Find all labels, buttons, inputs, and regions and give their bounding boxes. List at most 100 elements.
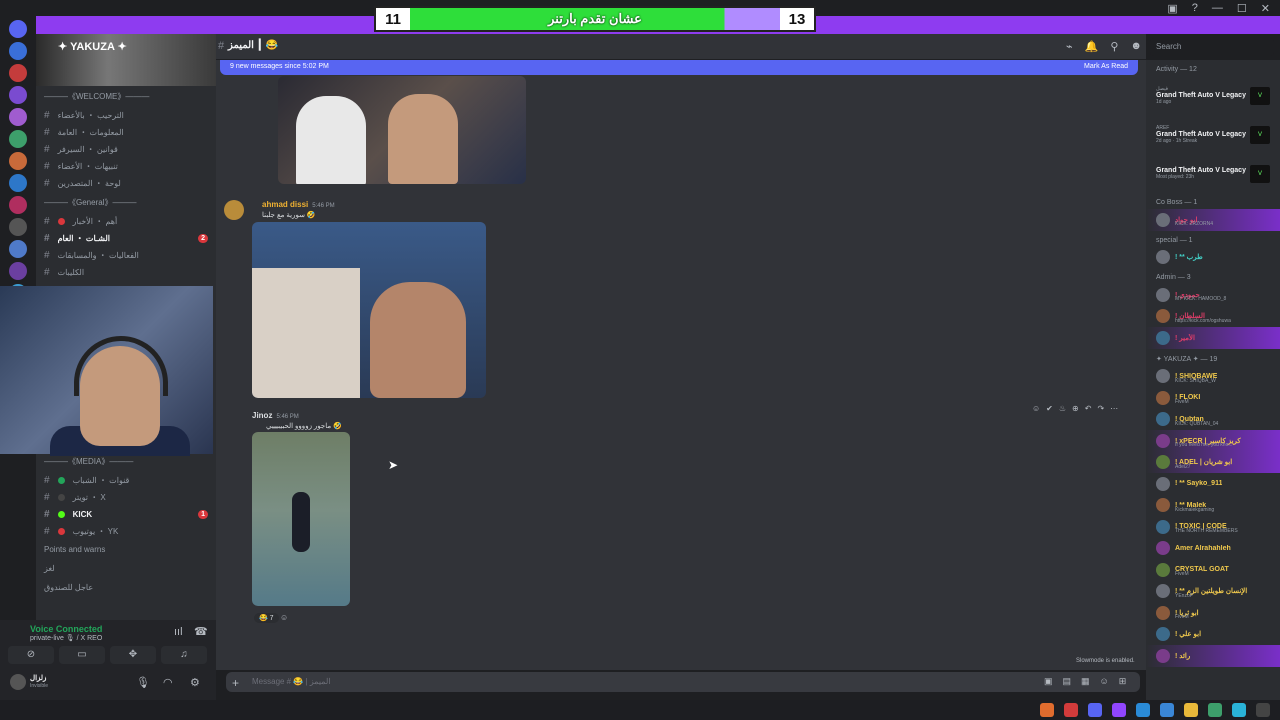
message-input[interactable]: Message # 😂 | الميمز bbox=[226, 672, 1140, 692]
channel-youtube[interactable]: # يوتيوب ・ YK bbox=[36, 523, 216, 540]
server-icon[interactable] bbox=[9, 240, 27, 258]
reply-icon[interactable]: ↶ bbox=[1085, 404, 1092, 413]
discord-app-icon[interactable] bbox=[1088, 703, 1102, 717]
reaction-icon[interactable]: ☺ bbox=[1032, 404, 1040, 413]
disconnect-icon[interactable]: ☎ bbox=[194, 625, 208, 638]
member-item[interactable]: ! ** Sayko_911 bbox=[1146, 473, 1280, 495]
gift-icon[interactable]: ▣ bbox=[1044, 676, 1053, 687]
search-input[interactable]: Search bbox=[1150, 38, 1274, 56]
emoji-icon[interactable]: ☺ bbox=[1100, 676, 1109, 687]
server-icon[interactable] bbox=[9, 42, 27, 60]
folder-icon[interactable] bbox=[1184, 703, 1198, 717]
microphone-icon[interactable]: 🎙 bbox=[136, 676, 150, 689]
member-item[interactable]: ! ابو ثريا FiveM bbox=[1146, 602, 1280, 624]
more-icon[interactable]: ⋯ bbox=[1110, 404, 1118, 413]
category-points[interactable]: Points and warns bbox=[36, 540, 216, 559]
member-item[interactable]: ابو جواد KICK: ZRZORN4 bbox=[1146, 209, 1280, 231]
soundboard-button[interactable]: ♫ bbox=[161, 646, 207, 664]
member-item[interactable]: ! حمودي MY KICK: HAMOOD_8 bbox=[1146, 284, 1280, 306]
server-icon[interactable] bbox=[9, 130, 27, 148]
member-list-icon[interactable]: ☻ bbox=[1130, 40, 1142, 53]
server-icon[interactable] bbox=[9, 108, 27, 126]
sticker-icon[interactable]: ▦ bbox=[1081, 676, 1090, 687]
member-item[interactable]: Amer Alrahahleh bbox=[1146, 538, 1280, 560]
minimize-icon[interactable]: — bbox=[1212, 2, 1223, 15]
app-icon[interactable] bbox=[1208, 703, 1222, 717]
member-item[interactable]: ! FLOKI FiveM bbox=[1146, 387, 1280, 409]
app-icon[interactable] bbox=[1040, 703, 1054, 717]
maximize-icon[interactable]: ☐ bbox=[1237, 2, 1247, 15]
server-icon[interactable] bbox=[9, 64, 27, 82]
signal-icon[interactable]: ııl bbox=[174, 626, 183, 638]
reaction-chip[interactable]: 😂 7 bbox=[254, 613, 279, 623]
pin-icon[interactable]: ⚲ bbox=[1110, 40, 1118, 53]
member-item[interactable]: ! xPECR | كريز كاسير If you need me, you … bbox=[1146, 430, 1280, 452]
close-icon[interactable]: ✕ bbox=[1261, 2, 1270, 15]
app-icon[interactable] bbox=[1256, 703, 1270, 717]
message-image[interactable] bbox=[278, 76, 526, 184]
channel-info[interactable]: # المعلومات ・ العامة bbox=[36, 124, 216, 141]
gif-icon[interactable]: ▤ bbox=[1063, 676, 1072, 687]
category-welcome[interactable]: ———《WELCOME》——— bbox=[36, 86, 216, 107]
channel-alerts[interactable]: # تنبيهات ・ الأعضاء bbox=[36, 158, 216, 175]
app-icon[interactable] bbox=[1160, 703, 1174, 717]
member-item[interactable]: CRYSTAL GOAT FiveM bbox=[1146, 559, 1280, 581]
new-messages-bar[interactable]: 9 new messages since 5:02 PM Mark As Rea… bbox=[220, 60, 1138, 75]
avatar[interactable] bbox=[10, 674, 26, 690]
screen-share-button[interactable]: ▭ bbox=[59, 646, 105, 664]
message-author[interactable]: ahmad dissi 5:46 PM bbox=[262, 200, 335, 209]
mark-as-read-button[interactable]: Mark As Read bbox=[1084, 63, 1128, 72]
member-item[interactable]: ! Qubtan KICK: QUBTAN_04 bbox=[1146, 409, 1280, 431]
server-icon[interactable] bbox=[9, 218, 27, 236]
member-item[interactable]: ! ** طرب bbox=[1146, 247, 1280, 269]
discord-home-icon[interactable] bbox=[9, 20, 27, 38]
app-icon[interactable] bbox=[1064, 703, 1078, 717]
member-item[interactable]: ! ** Malek Kickmalekgaming bbox=[1146, 495, 1280, 517]
server-icon[interactable] bbox=[9, 152, 27, 170]
message-author[interactable]: Jinoz 5:46 PM bbox=[252, 411, 299, 420]
member-item[interactable]: ! ** الإنسان طويلتين الزم YEnzoP bbox=[1146, 581, 1280, 603]
app-icon[interactable] bbox=[1112, 703, 1126, 717]
member-item[interactable]: ! TOXIC | CODE THE NORTH REMEMBERS bbox=[1146, 516, 1280, 538]
channel-clips[interactable]: # الكليبات bbox=[36, 264, 216, 281]
activity-card[interactable]: فيصل Grand Theft Auto V Legacy 1d ago V bbox=[1146, 76, 1280, 115]
voice-channel[interactable]: private-live 🎙 / X REO bbox=[30, 634, 102, 642]
apps-icon[interactable]: ⊞ bbox=[1119, 676, 1127, 687]
camera-button[interactable]: ⊘ bbox=[8, 646, 54, 664]
channel-rules[interactable]: # قوانين ・ السيرفر bbox=[36, 141, 216, 158]
message-image[interactable] bbox=[252, 222, 486, 398]
add-reaction-icon[interactable]: ⊕ bbox=[1072, 404, 1079, 413]
app-icon[interactable] bbox=[1232, 703, 1246, 717]
server-icon[interactable] bbox=[9, 262, 27, 280]
activity-card[interactable]: Grand Theft Auto V Legacy Most played: 23… bbox=[1146, 154, 1280, 193]
settings-gear-icon[interactable]: ⚙ bbox=[190, 676, 200, 689]
channel-general-chat[interactable]: # الشـات ・ العام 2 bbox=[36, 230, 216, 247]
member-item[interactable]: ! رائد bbox=[1146, 645, 1280, 667]
notification-bell-icon[interactable]: 🔔 bbox=[1085, 40, 1099, 53]
category-extra[interactable]: عاجل للصندوق bbox=[36, 578, 216, 597]
activity-card[interactable]: AREF Grand Theft Auto V Legacy 2d ago · 1h… bbox=[1146, 115, 1280, 154]
headset-icon[interactable]: ◠ bbox=[163, 676, 173, 689]
avatar[interactable] bbox=[224, 200, 244, 220]
member-item[interactable]: ! ابو علي bbox=[1146, 624, 1280, 646]
add-reaction-icon[interactable]: ☺ bbox=[280, 613, 288, 622]
app-icon[interactable] bbox=[1136, 703, 1150, 717]
channel-welcome[interactable]: # الترحيب ・ بالأعضاء bbox=[36, 107, 216, 124]
inbox-icon[interactable]: ▣ bbox=[1167, 2, 1177, 15]
message-image[interactable] bbox=[252, 432, 350, 606]
server-icon[interactable] bbox=[9, 196, 27, 214]
member-item[interactable]: ! الأمير bbox=[1146, 327, 1280, 349]
channel-kick[interactable]: # KICK 1 bbox=[36, 506, 216, 523]
server-banner[interactable]: ✦ YAKUZA ✦ bbox=[36, 34, 216, 86]
forward-icon[interactable]: ↷ bbox=[1097, 404, 1104, 413]
check-icon[interactable]: ✔ bbox=[1046, 404, 1053, 413]
fire-icon[interactable]: ♨ bbox=[1059, 404, 1066, 413]
help-icon[interactable]: ? bbox=[1192, 2, 1198, 15]
server-icon[interactable] bbox=[9, 174, 27, 192]
server-icon[interactable] bbox=[9, 86, 27, 104]
activities-button[interactable]: ✥ bbox=[110, 646, 156, 664]
member-item[interactable]: ! SHIQBAWE KICK: SHIQBA_W bbox=[1146, 366, 1280, 388]
member-item[interactable]: ! السلطان https://kick.com/ogshuwa bbox=[1146, 306, 1280, 328]
channel-youth[interactable]: # قنوات ・ الشباب bbox=[36, 472, 216, 489]
category-extra[interactable]: لغز bbox=[36, 559, 216, 578]
